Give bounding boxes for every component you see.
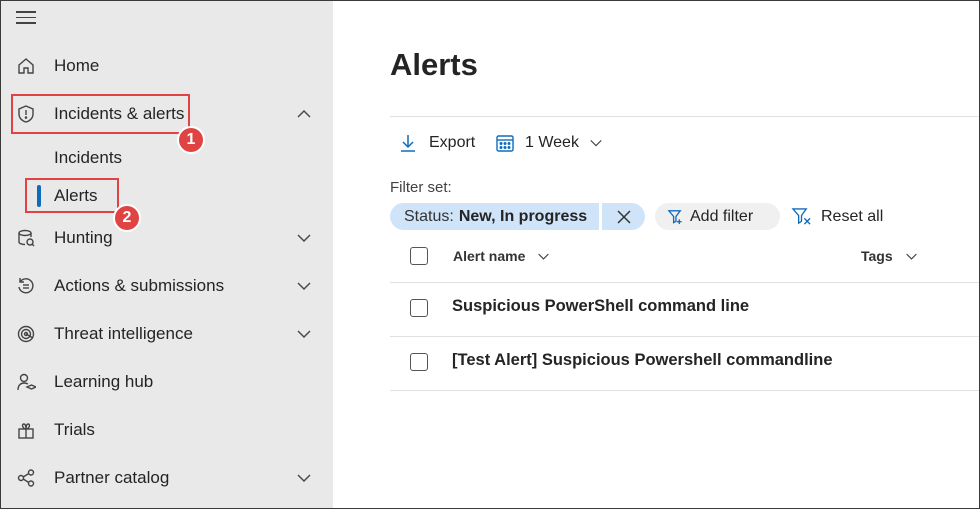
annotation-box-alerts — [25, 178, 119, 213]
filter-value: New, In progress — [458, 207, 588, 225]
reset-all-button[interactable]: Reset all — [791, 203, 883, 230]
chevron-up-icon[interactable] — [296, 106, 312, 122]
radar-icon — [15, 323, 37, 345]
row-checkbox[interactable] — [410, 353, 428, 371]
sidebar-subitem-incidents[interactable]: Incidents — [54, 148, 122, 168]
share-nodes-icon — [15, 467, 37, 489]
hunting-icon — [15, 227, 37, 249]
sidebar-item-trials[interactable]: Trials — [1, 410, 333, 450]
column-label: Tags — [861, 248, 893, 264]
annotation-box-incidents-alerts — [11, 94, 190, 134]
filter-add-icon — [667, 208, 684, 225]
download-icon — [400, 133, 418, 153]
main-content: Alerts Export 1 Week Filter set: Status:… — [333, 1, 979, 508]
step-badge-2: 2 — [113, 204, 141, 232]
alert-name-cell[interactable]: Suspicious PowerShell command line — [452, 297, 749, 316]
sidebar-item-label: Home — [54, 56, 100, 75]
sidebar-item-threat-intelligence[interactable]: Threat intelligence — [1, 314, 333, 354]
reset-all-label: Reset all — [821, 207, 884, 225]
chevron-down-icon — [905, 250, 918, 263]
home-icon — [15, 55, 37, 77]
export-label: Export — [429, 134, 476, 151]
trials-icon — [15, 419, 37, 441]
alert-name-cell[interactable]: [Test Alert] Suspicious Powershell comma… — [452, 351, 833, 370]
sidebar-item-label: Actions & submissions — [54, 276, 225, 295]
chevron-down-icon[interactable] — [296, 470, 312, 486]
sidebar-item-actions-submissions[interactable]: Actions & submissions — [1, 266, 333, 306]
sidebar-item-label: Partner catalog — [54, 468, 170, 487]
calendar-icon — [495, 133, 515, 153]
period-dropdown[interactable]: 1 Week — [495, 133, 603, 153]
column-label: Alert name — [453, 248, 526, 264]
period-label: 1 Week — [525, 134, 579, 151]
add-filter-label: Add filter — [690, 207, 754, 225]
sidebar: Home Incidents & alerts Incidents Alerts… — [1, 1, 333, 508]
select-all-checkbox[interactable] — [410, 247, 428, 265]
sidebar-item-label: Hunting — [54, 228, 113, 247]
divider — [390, 282, 979, 283]
chevron-down-icon[interactable] — [296, 230, 312, 246]
filter-key: Status: — [404, 207, 454, 225]
hamburger-menu-icon[interactable] — [16, 11, 36, 25]
divider — [390, 336, 979, 337]
sidebar-item-label: Threat intelligence — [54, 324, 193, 343]
sidebar-item-hunting[interactable]: Hunting — [1, 218, 333, 258]
sidebar-item-home[interactable]: Home — [1, 46, 333, 86]
sidebar-item-learning-hub[interactable]: Learning hub — [1, 362, 333, 402]
sidebar-item-label: Learning hub — [54, 372, 154, 391]
row-checkbox[interactable] — [410, 299, 428, 317]
sidebar-item-partner-catalog[interactable]: Partner catalog — [1, 458, 333, 498]
remove-filter-button[interactable] — [602, 203, 645, 230]
column-header-alert-name[interactable]: Alert name — [453, 248, 550, 264]
learning-icon — [15, 371, 37, 393]
history-icon — [15, 275, 37, 297]
chevron-down-icon — [589, 136, 603, 150]
status-filter-pill[interactable]: Status: New, In progress — [390, 203, 599, 230]
divider — [390, 116, 979, 117]
export-button[interactable]: Export — [400, 133, 475, 153]
page-title: Alerts — [390, 47, 478, 82]
add-filter-button[interactable]: Add filter — [655, 203, 780, 230]
sidebar-item-label: Trials — [54, 420, 95, 439]
close-icon — [616, 209, 631, 224]
step-badge-1: 1 — [177, 126, 205, 154]
filter-set-label: Filter set: — [390, 179, 452, 196]
chevron-down-icon — [537, 250, 550, 263]
divider — [390, 390, 979, 391]
column-header-tags[interactable]: Tags — [861, 248, 918, 264]
chevron-down-icon[interactable] — [296, 278, 312, 294]
filter-clear-icon — [791, 207, 812, 226]
chevron-down-icon[interactable] — [296, 326, 312, 342]
